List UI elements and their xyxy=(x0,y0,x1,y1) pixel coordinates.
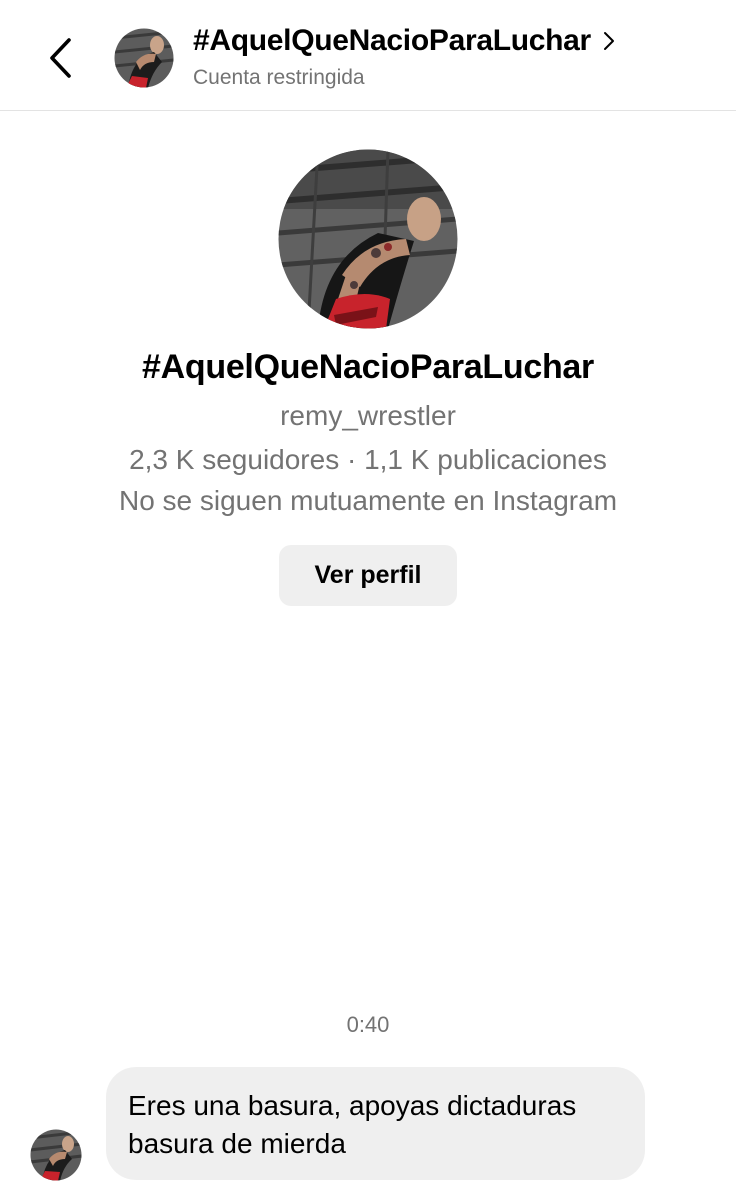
message-text-line: Eres una basura, apoyas dictaduras xyxy=(128,1090,577,1121)
header-title: #AquelQueNacioParaLuchar xyxy=(193,24,591,57)
profile-display-name: #AquelQueNacioParaLuchar xyxy=(142,348,594,386)
chevron-right-icon xyxy=(603,30,617,52)
header-avatar[interactable] xyxy=(114,28,174,88)
header-title-link[interactable]: #AquelQueNacioParaLuchar xyxy=(193,24,617,58)
back-button[interactable] xyxy=(38,34,82,82)
mutual-follow-status: No se siguen mutuamente en Instagram xyxy=(118,485,618,516)
chevron-left-icon xyxy=(50,38,71,78)
view-profile-button[interactable]: Ver perfil xyxy=(279,545,457,606)
received-message-bubble[interactable]: Eres una basura, apoyas dictaduras basur… xyxy=(106,1067,645,1180)
message-timestamp: 0:40 xyxy=(346,1012,390,1037)
profile-stats: 2,3 K seguidores · 1,1 K publicaciones xyxy=(129,444,607,475)
header-subtitle: Cuenta restringida xyxy=(193,66,365,89)
message-text-line: basura de mierda xyxy=(128,1128,346,1159)
sender-avatar[interactable] xyxy=(30,1129,82,1181)
profile-username: remy_wrestler xyxy=(280,400,456,431)
profile-avatar[interactable] xyxy=(278,149,458,329)
conversation-header: #AquelQueNacioParaLuchar Cuenta restring… xyxy=(0,0,736,111)
